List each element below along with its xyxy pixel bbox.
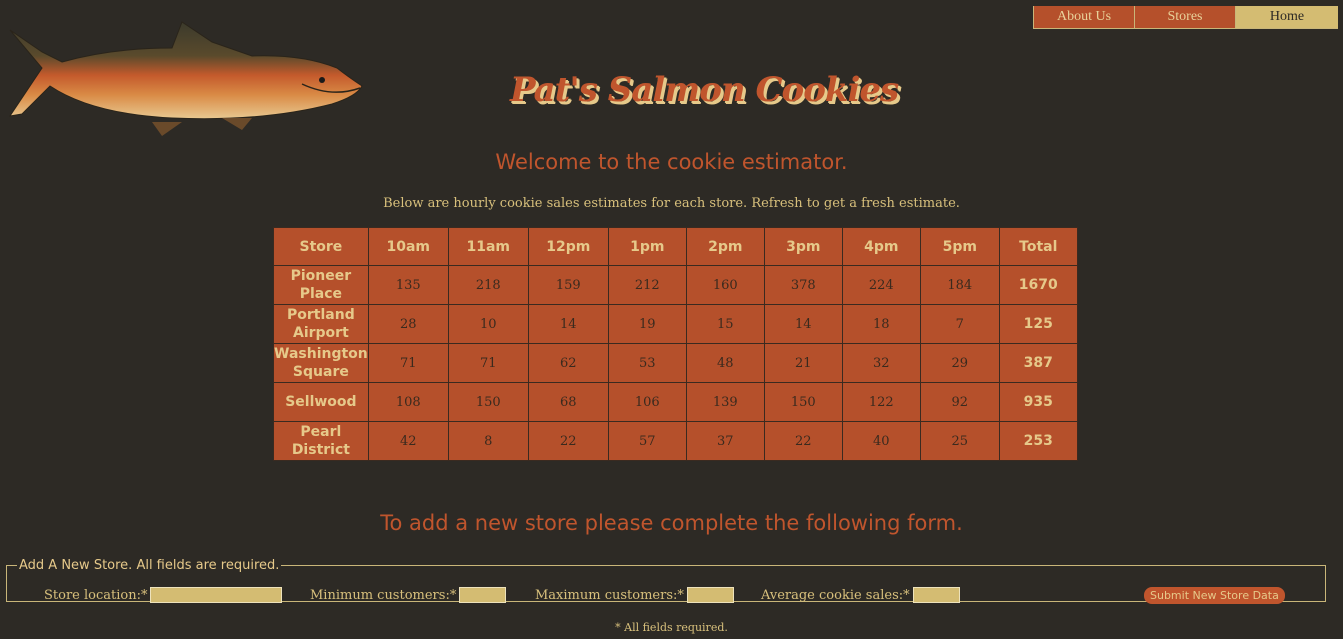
fieldset-legend: Add A New Store. All fields are required… <box>19 558 280 573</box>
sales-cell: 150 <box>763 382 843 422</box>
nav-home[interactable]: Home <box>1235 6 1338 29</box>
total-cell: 1670 <box>998 265 1078 305</box>
total-cell: 125 <box>998 304 1078 344</box>
avg-cookies-field: Average cookie sales:* <box>761 587 960 603</box>
table-header: 4pm <box>841 227 921 266</box>
table-header: 2pm <box>685 227 765 266</box>
max-customers-input[interactable] <box>686 587 734 603</box>
sales-cell: 159 <box>527 265 609 305</box>
sales-cell: 218 <box>447 265 529 305</box>
table-header: 1pm <box>607 227 687 266</box>
submit-new-store-button[interactable]: Submit New Store Data <box>1144 587 1285 604</box>
required-footnote: * All fields required. <box>615 621 728 634</box>
sales-cell: 57 <box>607 421 687 461</box>
table-row: Portland Airport 28 10 14 19 15 14 18 7 … <box>273 304 1078 344</box>
sales-cell: 7 <box>919 304 1000 344</box>
sales-cell: 378 <box>763 265 843 305</box>
sales-cell: 28 <box>367 304 449 344</box>
total-cell: 935 <box>998 382 1078 422</box>
table-header: 3pm <box>763 227 843 266</box>
page-title: Welcome to the cookie estimator. <box>495 150 848 174</box>
sales-cell: 14 <box>527 304 609 344</box>
sales-cell: 68 <box>527 382 609 422</box>
salmon-image <box>8 21 363 136</box>
min-customers-input[interactable] <box>459 587 507 603</box>
sales-cell: 22 <box>527 421 609 461</box>
new-store-fieldset: Add A New Store. All fields are required… <box>6 558 1326 604</box>
table-header: 10am <box>367 227 449 266</box>
sales-cell: 25 <box>919 421 1000 461</box>
sales-cell: 18 <box>841 304 921 344</box>
table-header: 12pm <box>527 227 609 266</box>
sales-cell: 224 <box>841 265 921 305</box>
sales-table: Store 10am 11am 12pm 1pm 2pm 3pm 4pm 5pm… <box>273 227 1078 461</box>
sales-cell: 29 <box>919 343 1000 383</box>
sales-cell: 53 <box>607 343 687 383</box>
store-location-input[interactable] <box>150 587 283 603</box>
table-row: Washington Square 71 71 62 53 48 21 32 2… <box>273 343 1078 383</box>
min-customers-field: Minimum customers:* <box>310 587 507 603</box>
sales-cell: 108 <box>367 382 449 422</box>
max-customers-label: Maximum customers:* <box>535 587 684 603</box>
avg-cookies-label: Average cookie sales:* <box>761 587 910 603</box>
store-name-cell: Pearl District <box>273 421 369 461</box>
sales-cell: 160 <box>685 265 765 305</box>
top-nav: About Us Stores Home <box>1033 6 1338 29</box>
sales-cell: 14 <box>763 304 843 344</box>
sales-cell: 106 <box>607 382 687 422</box>
sales-cell: 122 <box>841 382 921 422</box>
page-subtitle: Below are hourly cookie sales estimates … <box>383 196 960 211</box>
sales-cell: 92 <box>919 382 1000 422</box>
sales-cell: 62 <box>527 343 609 383</box>
page: About Us Stores Home Pat's Salmon Cookie… <box>0 0 1343 639</box>
store-location-label: Store location:* <box>44 587 148 603</box>
table-row: Pioneer Place 135 218 159 212 160 378 22… <box>273 265 1078 305</box>
form-heading: To add a new store please complete the f… <box>380 511 963 535</box>
sales-cell: 19 <box>607 304 687 344</box>
store-name-cell: Sellwood <box>273 382 369 422</box>
total-cell: 387 <box>998 343 1078 383</box>
table-header: Store <box>273 227 369 266</box>
table-header-row: Store 10am 11am 12pm 1pm 2pm 3pm 4pm 5pm… <box>273 227 1078 266</box>
sales-cell: 212 <box>607 265 687 305</box>
sales-cell: 15 <box>685 304 765 344</box>
sales-cell: 139 <box>685 382 765 422</box>
store-name-cell: Washington Square <box>273 343 369 383</box>
store-name-cell: Portland Airport <box>273 304 369 344</box>
table-row: Pearl District 42 8 22 57 37 22 40 25 25… <box>273 421 1078 461</box>
sales-cell: 48 <box>685 343 765 383</box>
sales-cell: 37 <box>685 421 765 461</box>
table-header: 5pm <box>919 227 1000 266</box>
store-name-cell: Pioneer Place <box>273 265 369 305</box>
table-header: Total <box>998 227 1078 266</box>
store-location-field: Store location:* <box>44 587 283 603</box>
max-customers-field: Maximum customers:* <box>535 587 734 603</box>
table-header: 11am <box>447 227 529 266</box>
nav-about-us[interactable]: About Us <box>1033 6 1134 29</box>
sales-cell: 184 <box>919 265 1000 305</box>
sales-cell: 8 <box>447 421 529 461</box>
sales-cell: 135 <box>367 265 449 305</box>
avg-cookies-input[interactable] <box>912 587 960 603</box>
sales-cell: 71 <box>447 343 529 383</box>
sales-cell: 150 <box>447 382 529 422</box>
table-row: Sellwood 108 150 68 106 139 150 122 92 9… <box>273 382 1078 422</box>
nav-stores[interactable]: Stores <box>1134 6 1235 29</box>
sales-cell: 22 <box>763 421 843 461</box>
sales-cell: 71 <box>367 343 449 383</box>
sales-cell: 42 <box>367 421 449 461</box>
min-customers-label: Minimum customers:* <box>310 587 457 603</box>
total-cell: 253 <box>998 421 1078 461</box>
sales-cell: 32 <box>841 343 921 383</box>
sales-cell: 10 <box>447 304 529 344</box>
sales-cell: 21 <box>763 343 843 383</box>
site-logo[interactable]: Pat's Salmon Cookies <box>510 70 899 110</box>
sales-cell: 40 <box>841 421 921 461</box>
